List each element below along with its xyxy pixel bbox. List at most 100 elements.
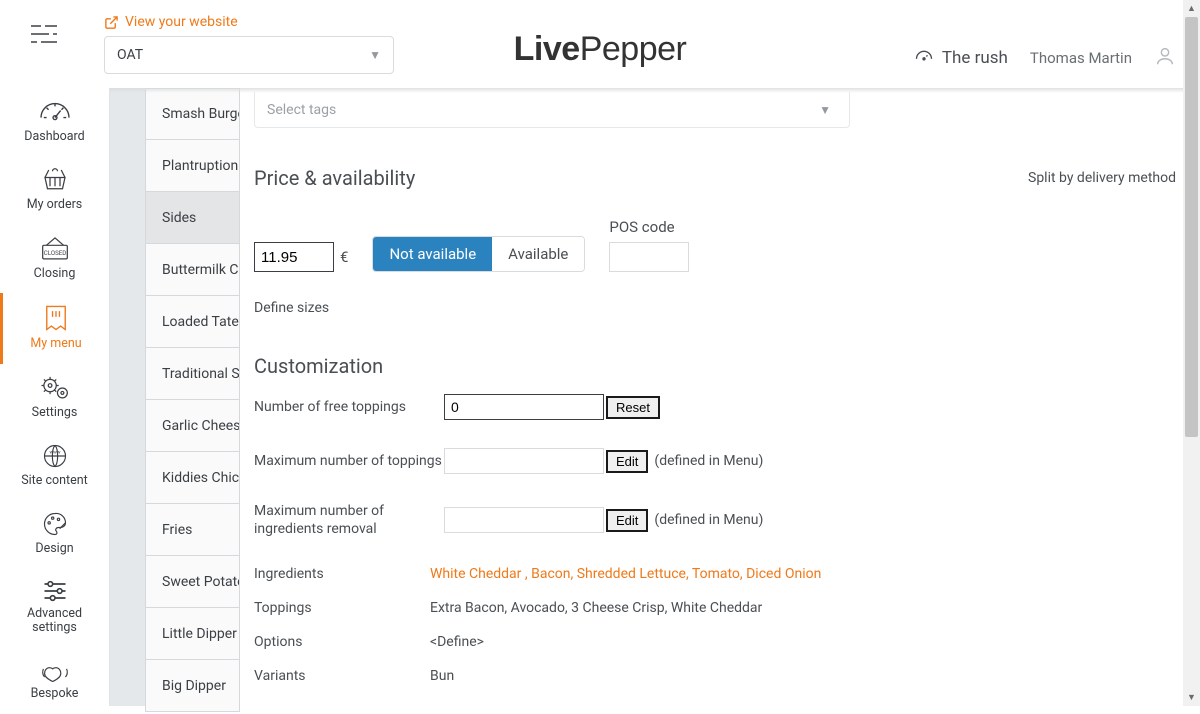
- svg-text:CLOSED: CLOSED: [43, 249, 66, 257]
- category-item[interactable]: Kiddies Chick: [145, 452, 240, 504]
- sliders-icon: [41, 579, 69, 603]
- palette-icon: [40, 510, 70, 538]
- category-item[interactable]: Plantruption: [145, 140, 240, 192]
- sidebar-item-closing[interactable]: CLOSED Closing: [0, 225, 109, 293]
- sidebar-item-design[interactable]: Design: [0, 500, 109, 568]
- tags-placeholder: Select tags: [267, 102, 336, 118]
- free-toppings-input[interactable]: [444, 394, 604, 420]
- globe-icon: www: [40, 442, 70, 470]
- category-item[interactable]: Little Dipper: [145, 608, 240, 660]
- pos-code-input[interactable]: [609, 242, 689, 272]
- price-availability-heading: Price & availability: [254, 166, 415, 190]
- options-value[interactable]: <Define>: [430, 634, 484, 650]
- max-removal-hint: (defined in Menu): [654, 512, 763, 528]
- variants-label: Variants: [254, 668, 430, 684]
- sidebar-item-label: Settings: [32, 406, 78, 420]
- sidebar-item-label: Design: [35, 542, 73, 556]
- category-label: Traditional Sp: [162, 366, 240, 382]
- view-website-link[interactable]: View your website: [104, 14, 404, 30]
- availability-available[interactable]: Available: [492, 237, 584, 271]
- scroll-track[interactable]: [1183, 17, 1200, 689]
- ingredients-label: Ingredients: [254, 566, 430, 582]
- category-item[interactable]: Sides: [145, 192, 240, 244]
- availability-not-available[interactable]: Not available: [373, 237, 492, 271]
- ingredients-value[interactable]: White Cheddar , Bacon, Shredded Lettuce,…: [430, 566, 821, 582]
- the-rush-link[interactable]: The rush: [914, 48, 1008, 68]
- currency-label: €: [340, 248, 348, 266]
- max-removal-label: Maximum number of ingredients removal: [254, 502, 444, 538]
- free-toppings-reset[interactable]: Reset: [606, 396, 660, 419]
- sidebar-item-label: Bespoke: [31, 687, 79, 701]
- customization-heading: Customization: [254, 354, 1176, 378]
- category-label: Loaded Tater: [162, 314, 240, 330]
- sidebar-item-advanced[interactable]: Advanced settings: [0, 569, 109, 648]
- sidebar-item-orders[interactable]: My orders: [0, 156, 109, 224]
- chevron-down-icon: ▼: [819, 103, 831, 117]
- scroll-down-arrow[interactable]: ▼: [1183, 689, 1200, 706]
- category-item[interactable]: Smash Burger: [145, 88, 240, 140]
- sidebar-item-label: Dashboard: [24, 130, 84, 144]
- user-name[interactable]: Thomas Martin: [1030, 49, 1132, 67]
- category-label: Sides: [162, 210, 196, 226]
- tags-select[interactable]: Select tags ▼: [254, 92, 850, 128]
- max-toppings-label: Maximum number of toppings: [254, 452, 444, 470]
- category-label: Sweet Potato: [162, 574, 240, 590]
- sidebar: Dashboard My orders CLOSED Closing My me…: [0, 88, 110, 706]
- gauge-icon: [914, 48, 934, 68]
- category-list: Smash Burger Plantruption Sides Buttermi…: [145, 88, 240, 706]
- sidebar-item-label: My orders: [27, 198, 83, 212]
- max-removal-edit[interactable]: Edit: [606, 509, 648, 532]
- category-item[interactable]: Loaded Tater: [145, 296, 240, 348]
- product-panel: Select tags ▼ Price & availability Split…: [240, 88, 1190, 706]
- max-removal-input[interactable]: [444, 507, 604, 533]
- sidebar-item-dashboard[interactable]: Dashboard: [0, 88, 109, 156]
- hands-icon: [40, 657, 70, 683]
- external-link-icon: [104, 15, 119, 30]
- define-sizes-link[interactable]: Define sizes: [254, 300, 1176, 316]
- logo: LivePepper: [514, 30, 687, 69]
- browser-scrollbar[interactable]: ▲ ▼: [1183, 0, 1200, 706]
- sidebar-item-bespoke[interactable]: Bespoke: [0, 647, 109, 713]
- category-item[interactable]: Big Dipper: [145, 660, 240, 712]
- brand-selector-value: OAT: [117, 47, 143, 63]
- rush-label: The rush: [942, 48, 1008, 68]
- scroll-up-arrow[interactable]: ▲: [1183, 0, 1200, 17]
- max-toppings-input[interactable]: [444, 448, 604, 474]
- sidebar-item-label: Site content: [21, 474, 88, 488]
- category-label: Garlic Cheese: [162, 418, 240, 434]
- category-label: Smash Burger: [162, 106, 240, 122]
- svg-text:www: www: [49, 450, 60, 456]
- category-item[interactable]: Buttermilk Ch: [145, 244, 240, 296]
- toppings-value: Extra Bacon, Avocado, 3 Cheese Crisp, Wh…: [430, 600, 762, 616]
- hamburger-toggle[interactable]: [24, 14, 64, 54]
- category-item[interactable]: Sweet Potato: [145, 556, 240, 608]
- category-label: Fries: [162, 522, 192, 538]
- sidebar-item-label: Advanced settings: [4, 607, 105, 636]
- price-input[interactable]: [254, 242, 334, 272]
- category-item[interactable]: Traditional Sp: [145, 348, 240, 400]
- sidebar-item-label: Closing: [34, 267, 76, 281]
- availability-toggle: Not available Available: [372, 236, 585, 272]
- chevron-down-icon: ▼: [369, 48, 381, 62]
- category-item[interactable]: Garlic Cheese: [145, 400, 240, 452]
- variants-value: Bun: [430, 668, 454, 684]
- gears-icon: [39, 374, 71, 402]
- sidebar-item-label: My menu: [30, 337, 81, 351]
- sidebar-item-menu[interactable]: My menu: [0, 293, 109, 363]
- category-label: Buttermilk Ch: [162, 262, 240, 278]
- sidebar-item-sitecontent[interactable]: www Site content: [0, 432, 109, 500]
- basket-icon: [40, 166, 70, 194]
- max-toppings-edit[interactable]: Edit: [606, 450, 648, 473]
- scroll-thumb[interactable]: [1185, 17, 1198, 437]
- split-delivery-link[interactable]: Split by delivery method: [1028, 170, 1176, 186]
- max-toppings-hint: (defined in Menu): [654, 453, 763, 469]
- gauge-icon: [38, 98, 72, 126]
- category-item[interactable]: Fries: [145, 504, 240, 556]
- user-icon[interactable]: [1154, 45, 1176, 72]
- category-label: Plantruption: [162, 158, 238, 174]
- view-website-label: View your website: [125, 14, 238, 30]
- brand-selector[interactable]: OAT ▼: [104, 36, 394, 74]
- sidebar-item-settings[interactable]: Settings: [0, 364, 109, 432]
- category-label: Big Dipper: [162, 678, 226, 694]
- category-label: Kiddies Chick: [162, 470, 240, 486]
